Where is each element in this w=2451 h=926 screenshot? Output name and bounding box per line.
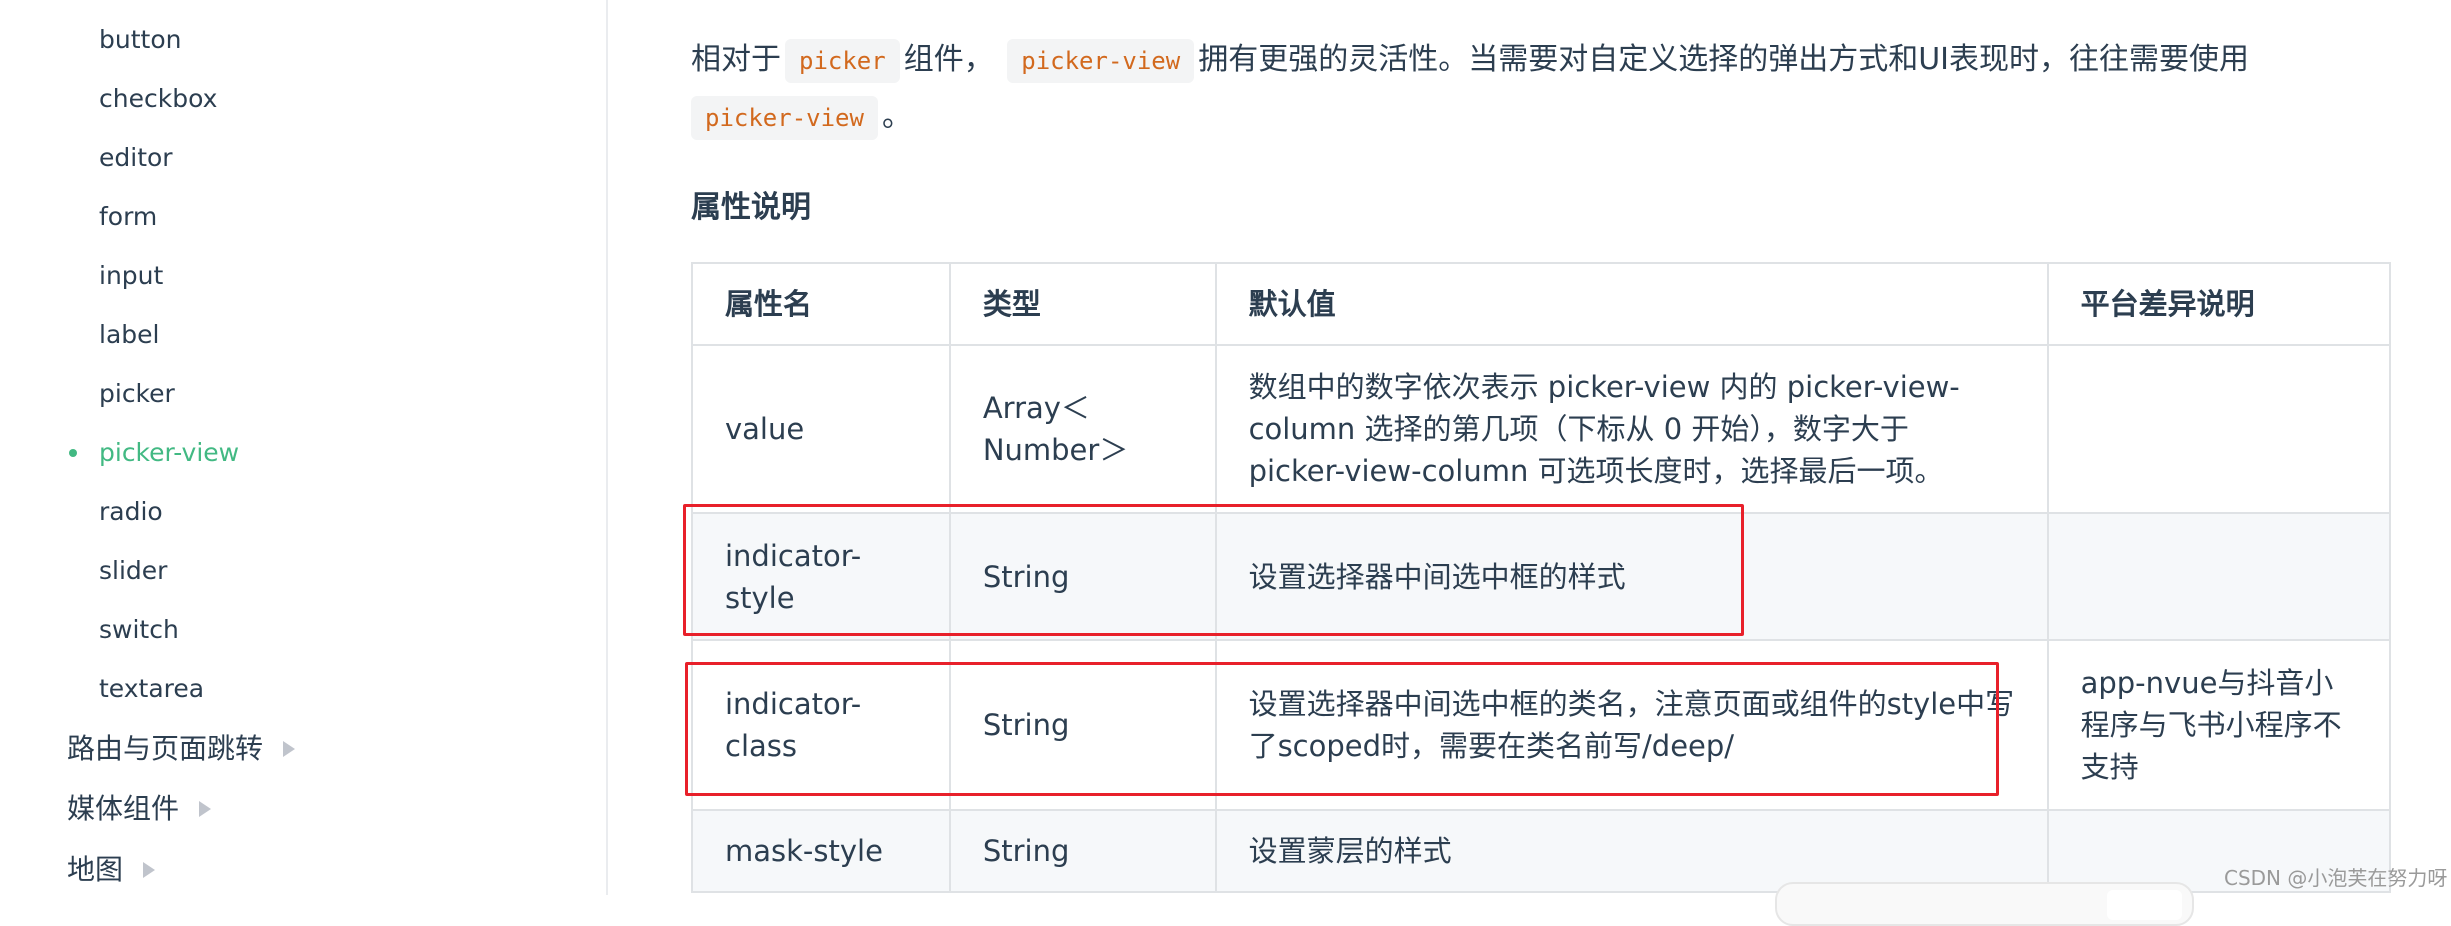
prop-desc: 设置蒙层的样式 <box>1214 809 2049 893</box>
prop-desc: 数组中的数字依次表示 picker-view 内的 picker-view-co… <box>1214 344 2049 514</box>
sidebar-item-input[interactable]: input <box>99 259 163 293</box>
table-header-row: 属性名 类型 默认值 平台差异说明 <box>691 262 2392 346</box>
caret-right-icon <box>199 801 212 817</box>
sidebar-item-button[interactable]: button <box>99 23 181 57</box>
highlight-box-indicator-class <box>685 662 1999 796</box>
active-bullet-icon <box>69 449 77 457</box>
sidebar-group-label: 地图 <box>67 853 124 886</box>
table-row: value Array＜Number＞ 数组中的数字依次表示 picker-vi… <box>691 344 2392 514</box>
prop-name: mask-style <box>691 809 951 893</box>
prop-platform: app-nvue与抖音小程序与飞书小程序不支持 <box>2046 639 2392 811</box>
intro-text: 拥有更强的灵活性。当需要对自定义选择的弹出方式和UI表现时，往往需要使用 <box>1198 42 2250 77</box>
sidebar-group-routing[interactable]: 路由与页面跳转 <box>67 731 296 767</box>
intro-text: 。 <box>881 99 912 134</box>
sidebar-item-picker-view[interactable]: picker-view <box>99 436 239 470</box>
prop-platform <box>2046 512 2392 641</box>
intro-text: 组件， <box>903 42 994 77</box>
intro-paragraph: 相对于 picker 组件， picker-view 拥有更强的灵活性。当需要对自定义… <box>691 32 2341 146</box>
sidebar-item-slider[interactable]: slider <box>99 554 167 588</box>
intro-text: 相对于 <box>691 42 781 77</box>
inline-code-picker: picker <box>785 39 900 83</box>
column-header: 平台差异说明 <box>2046 262 2392 346</box>
watermark: CSDN @小泡芙在努力呀 <box>2224 866 2448 890</box>
inline-code-picker-view: picker-view <box>691 96 878 140</box>
sidebar-group-label: 路由与页面跳转 <box>67 732 264 765</box>
sidebar-item-radio[interactable]: radio <box>99 495 163 529</box>
inline-code-picker-view: picker-view <box>1007 39 1195 83</box>
prop-platform <box>2046 344 2392 514</box>
sidebar-item-switch[interactable]: switch <box>99 613 179 647</box>
sidebar-item-editor[interactable]: editor <box>99 141 173 175</box>
sidebar-group-label: 媒体组件 <box>67 792 180 825</box>
highlight-box-indicator-style <box>683 504 1744 636</box>
prop-name: value <box>691 344 951 514</box>
sidebar-item-form[interactable]: form <box>99 200 157 234</box>
sidebar-group-media[interactable]: 媒体组件 <box>67 791 212 827</box>
column-header: 类型 <box>948 262 1217 346</box>
sidebar-item-textarea[interactable]: textarea <box>99 672 204 706</box>
caret-right-icon <box>283 741 296 757</box>
sidebar-group-map[interactable]: 地图 <box>67 852 156 888</box>
sidebar-item-label[interactable]: label <box>99 318 159 352</box>
table-row: mask-style String 设置蒙层的样式 <box>691 809 2392 893</box>
caret-right-icon <box>143 862 156 878</box>
column-header: 默认值 <box>1214 262 2049 346</box>
sidebar-item-checkbox[interactable]: checkbox <box>99 82 217 116</box>
sidebar-item-picker[interactable]: picker <box>99 377 175 411</box>
sidebar: button checkbox editor form input label … <box>0 0 608 895</box>
prop-type: Array＜Number＞ <box>948 344 1217 514</box>
prop-type: String <box>948 809 1217 893</box>
section-title: 属性说明 <box>691 190 811 225</box>
column-header: 属性名 <box>691 262 951 346</box>
floating-panel[interactable] <box>1775 882 2194 926</box>
